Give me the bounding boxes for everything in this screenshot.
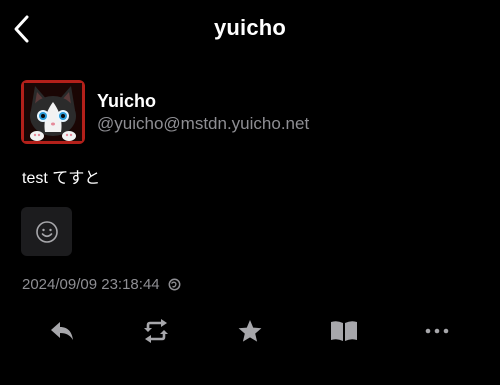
- status-content: test てすと: [22, 170, 101, 187]
- avatar[interactable]: [21, 80, 85, 144]
- author-text: Yuicho @yuicho@mstdn.yuicho.net: [97, 90, 309, 135]
- reply-button[interactable]: [42, 312, 82, 350]
- status-detail-page: yuicho Yuicho @yuicho@mstdn.yuicho.net t…: [0, 0, 500, 385]
- favourite-button[interactable]: [230, 312, 270, 350]
- add-reaction-button[interactable]: [21, 207, 72, 256]
- bookmark-button[interactable]: [324, 312, 364, 350]
- header-bar: yuicho: [0, 0, 500, 58]
- account-handle: @yuicho@mstdn.yuicho.net: [97, 113, 310, 133]
- boost-icon: [144, 319, 168, 343]
- more-button[interactable]: [417, 312, 457, 350]
- smiley-face-icon: [35, 220, 58, 243]
- star-icon: [238, 320, 262, 342]
- page-title: yuicho: [213, 15, 287, 40]
- author-row[interactable]: Yuicho @yuicho@mstdn.yuicho.net: [21, 80, 309, 144]
- reply-icon: [51, 322, 73, 340]
- action-bar: [0, 312, 500, 350]
- globe-icon: [168, 278, 181, 291]
- display-name: Yuicho: [97, 90, 157, 111]
- boost-button[interactable]: [136, 312, 176, 350]
- more-icon: [425, 328, 449, 334]
- cat-avatar-image: [21, 80, 85, 144]
- status-meta: 2024/09/09 23:18:44: [22, 276, 181, 293]
- book-icon: [331, 321, 357, 341]
- status-timestamp: 2024/09/09 23:18:44: [22, 276, 160, 293]
